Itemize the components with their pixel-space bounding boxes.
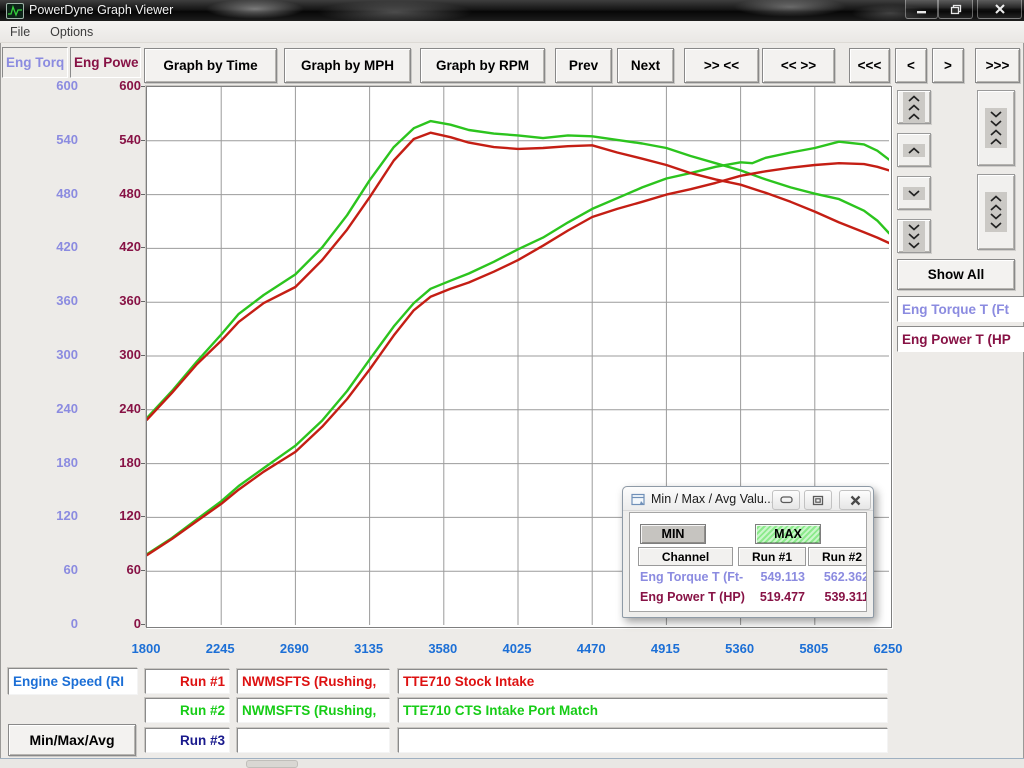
zoom-in-vertical-button[interactable] — [977, 90, 1015, 166]
resize-grip — [246, 760, 298, 768]
y-tick-label-power: 60 — [99, 562, 141, 577]
y-tick-label-torque: 240 — [36, 401, 78, 416]
graph-by-mph-button[interactable]: Graph by MPH — [284, 48, 411, 83]
popup-table-panel: MIN MAX Channel Run #1 Run #2 Eng Torque… — [629, 512, 867, 612]
x-tick-label: 1800 — [116, 641, 176, 656]
title-bar[interactable]: PowerDyne Graph Viewer — [0, 0, 1024, 21]
up-chevron-icon — [903, 144, 925, 157]
run-description-2[interactable]: TTE710 CTS Intake Port Match — [398, 698, 888, 723]
torque-channel-label[interactable]: Eng Torque T (Ft — [897, 296, 1024, 322]
zoom-in-horizontal-button[interactable]: >> << — [684, 48, 759, 83]
x-tick-label: 2245 — [190, 641, 250, 656]
run-description-1[interactable]: TTE710 Stock Intake — [398, 669, 888, 694]
prev-button[interactable]: Prev — [555, 48, 612, 83]
y-tick-label-torque: 420 — [36, 239, 78, 254]
popup-close-button[interactable] — [839, 490, 871, 510]
restore-button[interactable] — [938, 0, 973, 19]
x-tick-label: 4915 — [635, 641, 695, 656]
column-header-run2[interactable]: Run #2 — [808, 547, 867, 566]
graph-by-time-button[interactable]: Graph by Time — [144, 48, 277, 83]
y-tick-label-torque: 60 — [36, 562, 78, 577]
window-title: PowerDyne Graph Viewer — [29, 3, 173, 17]
x-tick-label: 4025 — [487, 641, 547, 656]
y-tick-label-power: 300 — [99, 347, 141, 362]
popup-title-bar[interactable]: Min / Max / Avg Valu... — [623, 487, 873, 511]
run-label-1[interactable]: Run #1 — [145, 669, 230, 694]
next-button[interactable]: Next — [617, 48, 674, 83]
menu-file[interactable]: File — [0, 21, 40, 42]
scroll-left-button[interactable]: < — [895, 48, 927, 83]
minimize-button[interactable] — [905, 0, 938, 19]
minmax-popup-window: Min / Max / Avg Valu... MIN MAX Channel … — [622, 486, 874, 618]
scroll-far-left-button[interactable]: <<< — [849, 48, 890, 83]
down-down-down-chevron-icon — [903, 221, 925, 252]
powerdyne-window: PowerDyne Graph Viewer FileOptions Eng T… — [0, 0, 1024, 768]
scroll-far-right-button[interactable]: >>> — [975, 48, 1020, 83]
min-toggle-button[interactable]: MIN — [640, 524, 706, 544]
popup-row-run2-value: 562.362 — [794, 570, 867, 584]
close-button[interactable] — [977, 0, 1022, 19]
y-tick-label-torque: 300 — [36, 347, 78, 362]
x-tick-label: 5805 — [784, 641, 844, 656]
up-up-up-chevron-icon — [903, 92, 925, 123]
popup-window-icon — [631, 493, 646, 511]
channel-tab-eng-powe[interactable]: Eng Powe — [70, 47, 141, 78]
x-tick-label: 4470 — [561, 641, 621, 656]
x-tick-label: 3135 — [339, 641, 399, 656]
y-tick-label-torque: 180 — [36, 455, 78, 470]
channel-tab-eng-torq[interactable]: Eng Torq — [2, 47, 68, 78]
popup-maximize-button[interactable] — [804, 490, 832, 510]
scroll-down-button[interactable] — [897, 176, 931, 210]
up-up-down-down-chevron-icon — [985, 192, 1007, 232]
scroll-up-button[interactable] — [897, 133, 931, 167]
y-tick-label-power: 0 — [99, 616, 141, 631]
y-tick-label-torque: 600 — [36, 78, 78, 93]
y-tick-label-power: 180 — [99, 455, 141, 470]
run-operator-3[interactable] — [237, 728, 390, 753]
run-operator-1[interactable]: NWMSFTS (Rushing, — [237, 669, 390, 694]
y-tick-label-torque: 120 — [36, 508, 78, 523]
y-tick-label-torque: 480 — [36, 186, 78, 201]
y-tick-label-power: 420 — [99, 239, 141, 254]
x-axis-channel-box[interactable]: Engine Speed (RI — [8, 668, 138, 695]
menu-bar: FileOptions — [0, 21, 1024, 43]
scroll-bottom-button[interactable] — [897, 219, 931, 253]
down-chevron-icon — [903, 187, 925, 200]
status-bar — [0, 758, 1024, 768]
scroll-right-button[interactable]: > — [932, 48, 964, 83]
y-tick-label-torque: 0 — [36, 616, 78, 631]
run-label-2[interactable]: Run #2 — [145, 698, 230, 723]
x-tick-label: 3580 — [413, 641, 473, 656]
graph-by-rpm-button[interactable]: Graph by RPM — [420, 48, 545, 83]
y-tick-label-torque: 360 — [36, 293, 78, 308]
y-tick-label-torque: 540 — [36, 132, 78, 147]
y-tick-label-power: 240 — [99, 401, 141, 416]
popup-row-run2-value: 539.311 — [794, 590, 867, 604]
column-header-channel[interactable]: Channel — [638, 547, 733, 566]
y-tick-label-power: 600 — [99, 78, 141, 93]
run-label-3[interactable]: Run #3 — [145, 728, 230, 753]
popup-title: Min / Max / Avg Valu... — [651, 492, 774, 506]
y-tick-label-power: 360 — [99, 293, 141, 308]
scroll-top-button[interactable] — [897, 90, 931, 124]
x-tick-label: 6250 — [858, 641, 918, 656]
run-operator-2[interactable]: NWMSFTS (Rushing, — [237, 698, 390, 723]
y-tick-label-power: 120 — [99, 508, 141, 523]
max-toggle-button[interactable]: MAX — [755, 524, 821, 544]
app-icon — [6, 3, 24, 19]
show-all-button[interactable]: Show All — [897, 259, 1015, 290]
min-max-avg-button[interactable]: Min/Max/Avg — [8, 724, 136, 756]
y-tick-label-power: 540 — [99, 132, 141, 147]
popup-minimize-button[interactable] — [772, 490, 800, 510]
power-channel-label[interactable]: Eng Power T (HP — [897, 326, 1024, 352]
x-tick-label: 5360 — [710, 641, 770, 656]
zoom-out-horizontal-button[interactable]: << >> — [762, 48, 835, 83]
column-header-run1[interactable]: Run #1 — [738, 547, 806, 566]
zoom-out-vertical-button[interactable] — [977, 174, 1015, 250]
menu-options[interactable]: Options — [40, 21, 103, 42]
x-tick-label: 2690 — [264, 641, 324, 656]
down-down-up-up-chevron-icon — [985, 108, 1007, 148]
y-tick-label-power: 480 — [99, 186, 141, 201]
run-description-3[interactable] — [398, 728, 888, 753]
